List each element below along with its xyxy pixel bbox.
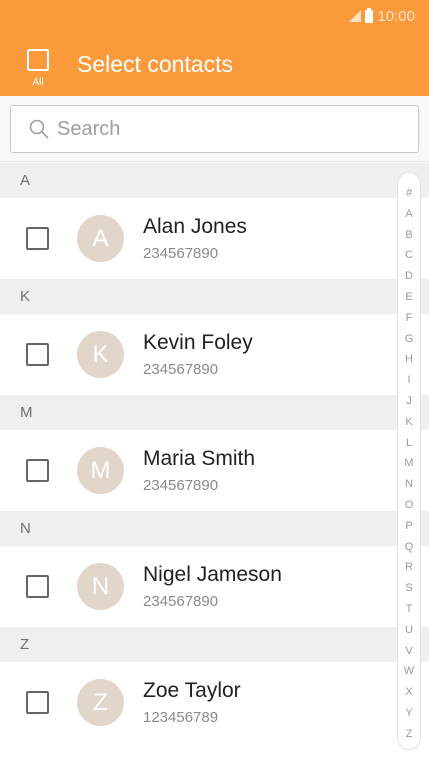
index-letter[interactable]: P — [398, 516, 420, 537]
index-letter[interactable]: X — [398, 682, 420, 703]
contact-name: Zoe Taylor — [143, 679, 241, 702]
index-letter[interactable]: V — [398, 641, 420, 662]
contact-row[interactable]: A Alan Jones 234567890 — [0, 198, 429, 279]
contact-name: Nigel Jameson — [143, 563, 282, 586]
avatar: Z — [77, 679, 124, 726]
page-title: Select contacts — [77, 51, 233, 77]
contact-checkbox[interactable] — [26, 343, 49, 366]
index-letter[interactable]: R — [398, 557, 420, 578]
index-letter[interactable]: Q — [398, 537, 420, 558]
contact-row[interactable]: N Nigel Jameson 234567890 — [0, 546, 429, 627]
index-letter[interactable]: D — [398, 266, 420, 287]
avatar: A — [77, 215, 124, 262]
contact-list: A A Alan Jones 234567890 K K Kevin Foley… — [0, 163, 429, 743]
index-letter[interactable]: J — [398, 391, 420, 412]
app-header: 10:00 All Select contacts — [0, 0, 429, 96]
contact-phone: 234567890 — [143, 361, 219, 378]
contact-name: Kevin Foley — [143, 331, 253, 354]
section-header-n: N — [0, 511, 429, 546]
index-letter[interactable]: G — [398, 329, 420, 350]
contact-name: Maria Smith — [143, 447, 256, 470]
alphabet-index-bar[interactable]: # A B C D E F G H I J K L M N O P Q R S … — [397, 172, 421, 750]
contact-row[interactable]: Z Zoe Taylor 123456789 — [0, 662, 429, 743]
index-letter[interactable]: B — [398, 225, 420, 246]
index-letter[interactable]: S — [398, 578, 420, 599]
search-field[interactable] — [10, 105, 419, 153]
contact-row[interactable]: K Kevin Foley 234567890 — [0, 314, 429, 395]
index-letter[interactable]: Z — [398, 724, 420, 745]
index-letter[interactable]: C — [398, 245, 420, 266]
index-letter[interactable]: O — [398, 495, 420, 516]
index-letter[interactable]: F — [398, 308, 420, 329]
index-letter[interactable]: T — [398, 599, 420, 620]
index-letter[interactable]: L — [398, 433, 420, 454]
select-all-label: All — [32, 77, 44, 88]
section-header-a: A — [0, 163, 429, 198]
index-letter[interactable]: # — [398, 183, 420, 204]
contact-phone: 234567890 — [143, 593, 219, 610]
signal-icon — [349, 10, 362, 22]
index-letter[interactable]: I — [398, 370, 420, 391]
index-letter[interactable]: W — [398, 661, 420, 682]
select-all-control[interactable]: All — [26, 49, 50, 88]
index-letter[interactable]: A — [398, 204, 420, 225]
contact-checkbox[interactable] — [26, 575, 49, 598]
contact-phone: 234567890 — [143, 245, 219, 262]
contact-checkbox[interactable] — [26, 691, 49, 714]
search-icon — [29, 119, 49, 139]
section-header-k: K — [0, 279, 429, 314]
search-bar — [0, 96, 429, 162]
avatar: N — [77, 563, 124, 610]
section-header-m: M — [0, 395, 429, 430]
index-letter[interactable]: Y — [398, 703, 420, 724]
index-letter[interactable]: E — [398, 287, 420, 308]
contact-checkbox[interactable] — [26, 227, 49, 250]
select-all-checkbox[interactable] — [27, 49, 49, 71]
avatar: K — [77, 331, 124, 378]
battery-icon — [365, 7, 374, 23]
avatar: M — [77, 447, 124, 494]
contact-name: Alan Jones — [143, 215, 247, 238]
section-header-z: Z — [0, 627, 429, 662]
contact-phone: 234567890 — [143, 477, 219, 494]
index-letter[interactable]: H — [398, 349, 420, 370]
status-bar: 10:00 — [349, 6, 415, 26]
contact-row[interactable]: M Maria Smith 234567890 — [0, 430, 429, 511]
search-input[interactable] — [57, 117, 387, 141]
contact-phone: 123456789 — [143, 709, 219, 726]
index-letter[interactable]: K — [398, 412, 420, 433]
index-letter[interactable]: U — [398, 620, 420, 641]
status-time: 10:00 — [377, 7, 415, 25]
index-letter[interactable]: N — [398, 474, 420, 495]
contact-checkbox[interactable] — [26, 459, 49, 482]
index-letter[interactable]: M — [398, 453, 420, 474]
